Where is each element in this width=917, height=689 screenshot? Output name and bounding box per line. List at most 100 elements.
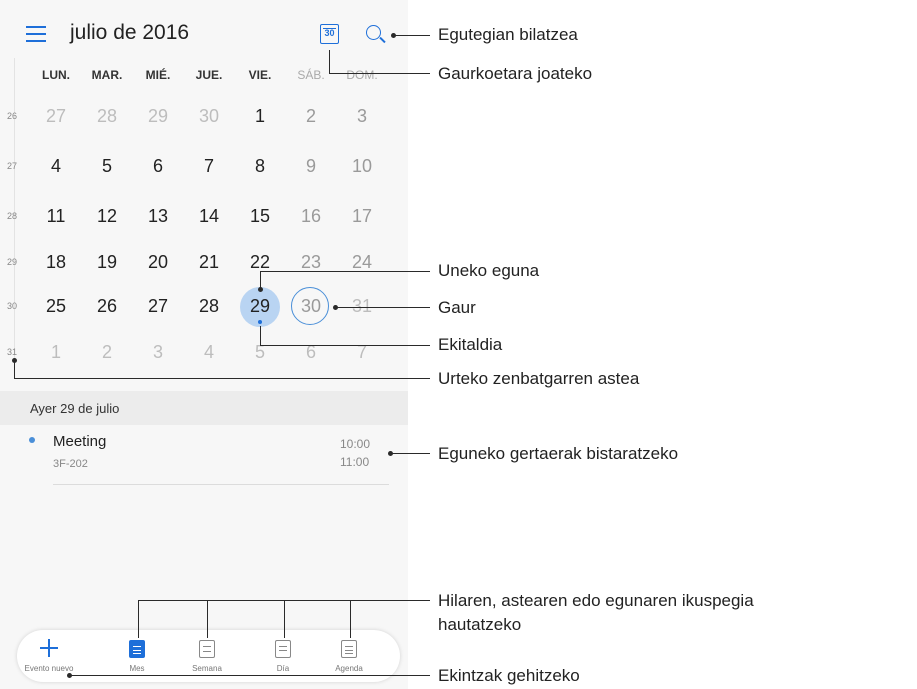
calendar-day[interactable]: 29 bbox=[240, 296, 280, 317]
new-event-label: Evento nuevo bbox=[24, 664, 74, 673]
calendar-day[interactable]: 13 bbox=[138, 206, 178, 227]
annotation-week-number: Urteko zenbatgarren astea bbox=[438, 369, 640, 388]
callout-line bbox=[350, 600, 351, 638]
callout-line bbox=[14, 360, 15, 379]
calendar-day[interactable]: 25 bbox=[36, 296, 76, 317]
events-date-label: Ayer 29 de julio bbox=[30, 401, 120, 416]
day-view-icon bbox=[275, 640, 291, 658]
annotation-search: Egutegian bilatzea bbox=[438, 25, 578, 44]
weekday-label: JUE. bbox=[195, 68, 223, 82]
annotation-go-today: Gaurkoetara joateko bbox=[438, 64, 593, 83]
weekday-label: MAR. bbox=[91, 68, 123, 82]
month-title[interactable]: julio de 2016 bbox=[70, 21, 189, 45]
tab-agenda-label: Agenda bbox=[335, 664, 363, 673]
menu-icon[interactable] bbox=[26, 26, 46, 42]
calendar-day[interactable]: 4 bbox=[36, 156, 76, 177]
callout-line bbox=[69, 675, 430, 676]
go-to-today-icon[interactable]: 30 bbox=[320, 24, 339, 44]
annotation-current-day: Uneko eguna bbox=[438, 261, 540, 280]
event-list-item[interactable]: Meeting 3F-202 10:00 11:00 bbox=[0, 425, 408, 487]
calendar-day[interactable]: 6 bbox=[138, 156, 178, 177]
callout-line bbox=[284, 600, 285, 638]
calendar-day[interactable]: 8 bbox=[240, 156, 280, 177]
calendar-day[interactable]: 18 bbox=[36, 252, 76, 273]
calendar-day[interactable]: 28 bbox=[189, 296, 229, 317]
calendar-day[interactable]: 24 bbox=[342, 252, 382, 273]
event-end-time: 11:00 bbox=[340, 455, 370, 469]
week-number: 27 bbox=[7, 161, 18, 171]
callout-line bbox=[207, 600, 208, 638]
calendar-day[interactable]: 2 bbox=[87, 342, 127, 363]
weekday-label: VIE. bbox=[248, 68, 272, 82]
top-bar: julio de 2016 30 bbox=[0, 0, 408, 60]
calendar-day[interactable]: 7 bbox=[189, 156, 229, 177]
event-title: Meeting bbox=[53, 433, 107, 450]
event-start-time: 10:00 bbox=[340, 437, 371, 451]
callout-line bbox=[336, 307, 430, 308]
calendar-day[interactable]: 15 bbox=[240, 206, 280, 227]
annotation-add-actions: Ekintzak gehitzeko bbox=[438, 666, 580, 685]
calendar-day[interactable]: 14 bbox=[189, 206, 229, 227]
week-number: 28 bbox=[7, 211, 18, 221]
calendar-day[interactable]: 11 bbox=[36, 206, 76, 227]
calendar-day[interactable]: 27 bbox=[36, 106, 76, 127]
callout-line bbox=[260, 345, 430, 346]
calendar-day[interactable]: 16 bbox=[291, 206, 331, 227]
weekday-label: DOM. bbox=[346, 68, 378, 82]
weekday-label: MIÉ. bbox=[145, 68, 171, 82]
calendar-day[interactable]: 26 bbox=[87, 296, 127, 317]
month-view-icon bbox=[129, 640, 145, 658]
event-location: 3F-202 bbox=[53, 458, 88, 470]
annotation-event: Ekitaldia bbox=[438, 335, 503, 354]
month-grid: 26 27 28 29 30 1 2 3 27 4 5 6 7 8 9 10 28 11 12 13 14 15 16 17 2… bbox=[0, 96, 408, 371]
annotation-view-select: Hilaren, astearen edo egunaren ikuspegia… bbox=[438, 591, 754, 634]
agenda-view-icon bbox=[341, 640, 357, 658]
search-icon[interactable] bbox=[366, 25, 381, 40]
calendar-day[interactable]: 23 bbox=[291, 252, 331, 273]
calendar-day[interactable]: 2 bbox=[291, 106, 331, 127]
week-number: 30 bbox=[7, 301, 18, 311]
week-number: 29 bbox=[7, 257, 18, 267]
calendar-day[interactable]: 4 bbox=[189, 342, 229, 363]
calendar-day[interactable]: 27 bbox=[138, 296, 178, 317]
callout-line bbox=[329, 50, 330, 74]
callout-line bbox=[138, 600, 430, 601]
callout-line bbox=[260, 271, 430, 272]
weekday-label: LUN. bbox=[42, 68, 70, 82]
plus-icon bbox=[40, 639, 58, 657]
week-view-icon bbox=[199, 640, 215, 658]
calendar-day[interactable]: 12 bbox=[87, 206, 127, 227]
calendar-day[interactable]: 28 bbox=[87, 106, 127, 127]
callout-line bbox=[329, 73, 430, 74]
annotation-today: Gaur bbox=[438, 298, 476, 317]
calendar-day[interactable]: 29 bbox=[138, 106, 178, 127]
week-number: 26 bbox=[7, 111, 18, 121]
calendar-day[interactable]: 3 bbox=[342, 106, 382, 127]
calendar-day[interactable]: 3 bbox=[138, 342, 178, 363]
tab-week-label: Semana bbox=[192, 664, 222, 673]
annotation-day-events: Eguneko gertaerak bistaratzeko bbox=[438, 444, 679, 463]
week-number: 31 bbox=[7, 347, 18, 357]
callout-line bbox=[260, 326, 261, 346]
callout-line bbox=[391, 453, 430, 454]
event-color-dot bbox=[29, 437, 35, 443]
calendar-day[interactable]: 5 bbox=[87, 156, 127, 177]
event-divider bbox=[53, 484, 389, 485]
calendar-day[interactable]: 17 bbox=[342, 206, 382, 227]
calendar-day[interactable]: 10 bbox=[342, 156, 382, 177]
callout-line bbox=[393, 35, 430, 36]
tab-day-label: Día bbox=[276, 664, 290, 673]
calendar-day[interactable]: 1 bbox=[240, 106, 280, 127]
callout-line bbox=[138, 600, 139, 638]
callout-line bbox=[260, 271, 261, 289]
calendar-day[interactable]: 20 bbox=[138, 252, 178, 273]
tab-month-label: Mes bbox=[129, 664, 145, 673]
calendar-day[interactable]: 30 bbox=[291, 296, 331, 317]
calendar-day[interactable]: 9 bbox=[291, 156, 331, 177]
calendar-day[interactable]: 22 bbox=[240, 252, 280, 273]
calendar-day[interactable]: 30 bbox=[189, 106, 229, 127]
event-indicator-dot bbox=[258, 320, 262, 324]
calendar-day[interactable]: 19 bbox=[87, 252, 127, 273]
calendar-day[interactable]: 1 bbox=[36, 342, 76, 363]
calendar-day[interactable]: 21 bbox=[189, 252, 229, 273]
